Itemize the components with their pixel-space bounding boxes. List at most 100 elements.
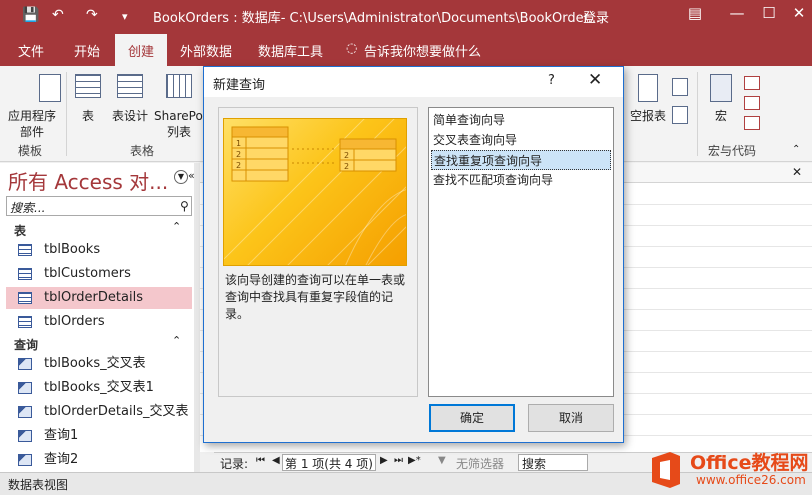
nav-item-label: tblOrderDetails_交叉表: [44, 404, 189, 419]
tab-create[interactable]: 创建: [115, 34, 168, 66]
nav-item-tblbooks[interactable]: tblBooks: [6, 239, 192, 261]
nav-item-query[interactable]: 查询1: [6, 425, 192, 447]
nav-item-tblcustomers[interactable]: tblCustomers: [6, 263, 192, 285]
macro-icon: [710, 74, 732, 102]
table-icon: [18, 268, 32, 280]
login-link[interactable]: 登录: [583, 7, 609, 26]
nav-item-tblorders[interactable]: tblOrders: [6, 311, 192, 333]
table-design-button[interactable]: 表设计: [108, 74, 152, 124]
menu-bar: 文件 开始 创建 外部数据 数据库工具 ◌ 告诉我你想要做什么: [0, 32, 812, 66]
nav-item-label: tblBooks_交叉表: [44, 356, 146, 371]
table-label: 表: [81, 109, 94, 123]
section-tables-header[interactable]: 表: [14, 222, 26, 239]
tell-me-search[interactable]: 告诉我你想要做什么: [364, 41, 481, 60]
undo-icon[interactable]: ↶: [52, 7, 64, 23]
crosstab-query-icon: [18, 382, 32, 394]
tab-external-data[interactable]: 外部数据: [180, 41, 232, 60]
nav-item-label: 查询1: [44, 428, 79, 443]
group-tables-label: 表格: [130, 144, 155, 158]
sharepoint-lists-button[interactable]: SharePoi 列表: [154, 74, 204, 140]
macro-label: 宏: [714, 109, 727, 123]
tab-home[interactable]: 开始: [74, 41, 100, 60]
next-record-icon[interactable]: ▶: [380, 455, 388, 466]
nav-search-input[interactable]: 搜索...: [6, 196, 192, 216]
lightbulb-icon: ◌: [346, 41, 358, 56]
option-find-duplicates-query[interactable]: 查找重复项查询向导: [431, 150, 611, 170]
nav-item-tblorderdetails[interactable]: tblOrderDetails: [6, 287, 192, 309]
blank-report-icon: [638, 74, 658, 102]
section-queries-header[interactable]: 查询: [14, 336, 38, 353]
nav-item-query[interactable]: tblOrderDetails_交叉表: [6, 401, 192, 423]
class-module-icon[interactable]: [744, 96, 760, 110]
svg-text:2: 2: [344, 162, 349, 171]
collapse-section-icon[interactable]: ⌃: [172, 334, 181, 347]
tab-file[interactable]: 文件: [18, 41, 44, 60]
select-query-icon: [18, 430, 32, 442]
save-icon[interactable]: 💾: [22, 7, 39, 23]
window-close-icon[interactable]: ✕: [784, 4, 812, 22]
maximize-icon[interactable]: ☐: [754, 4, 784, 22]
help-button[interactable]: ?: [548, 73, 555, 88]
module-icon[interactable]: [744, 76, 760, 90]
nav-item-label: tblOrders: [44, 314, 105, 329]
preview-panel: 2 2 1 2 2 该向导创建的查询可以在单一表或查询中查找具有重复字段值的记录…: [218, 107, 418, 397]
nav-dropdown-icon[interactable]: ▼: [174, 170, 188, 184]
new-record-icon[interactable]: ▶*: [408, 455, 421, 466]
labels-icon[interactable]: [672, 106, 688, 124]
redo-icon[interactable]: ↷: [86, 7, 98, 23]
search-icon[interactable]: ⚲: [180, 199, 189, 213]
window-title: BookOrders : 数据库- C:\Users\Administrator…: [153, 11, 601, 26]
last-record-icon[interactable]: ⏭: [394, 455, 403, 466]
nav-item-query[interactable]: tblBooks_交叉表: [6, 353, 192, 375]
nav-item-query[interactable]: 查询2: [6, 449, 192, 469]
new-query-dialog: 新建查询 ? ✕ 2 2 1 2 2 该向导创建的查询可以在单一表或查询中查找具…: [203, 66, 624, 443]
table-design-label: 表设计: [111, 109, 148, 123]
nav-item-label: tblBooks_交叉表1: [44, 380, 154, 395]
application-parts-label-2: 部件: [19, 125, 44, 139]
tab-database-tools[interactable]: 数据库工具: [258, 41, 323, 60]
group-macros-label: 宏与代码: [708, 144, 757, 158]
record-search-input[interactable]: 搜索: [518, 454, 588, 471]
application-parts-button[interactable]: 应用程序 部件: [4, 74, 61, 140]
option-simple-query[interactable]: 简单查询向导: [431, 110, 611, 130]
option-find-unmatched-query[interactable]: 查找不匹配项查询向导: [431, 170, 611, 190]
record-position-field[interactable]: 第 1 项(共 4 项): [282, 454, 376, 471]
close-document-icon[interactable]: ✕: [792, 165, 802, 179]
filter-status[interactable]: 无筛选器: [456, 455, 504, 472]
first-record-icon[interactable]: ⏮: [256, 455, 265, 466]
office-logo-icon: [652, 452, 680, 488]
collapse-ribbon-icon[interactable]: ⌃: [792, 144, 800, 155]
group-separator: [66, 72, 67, 156]
minimize-icon[interactable]: —: [722, 4, 752, 22]
cancel-button[interactable]: 取消: [528, 404, 614, 432]
dialog-title: 新建查询: [213, 78, 266, 93]
nav-item-label: tblCustomers: [44, 266, 131, 281]
table-icon: [18, 244, 32, 256]
visual-basic-icon[interactable]: [744, 116, 760, 130]
nav-item-query[interactable]: tblBooks_交叉表1: [6, 377, 192, 399]
navigation-pane: 所有 Access 对... ▼ « 搜索... ⚲ 表 ⌃ tblBooks …: [0, 163, 198, 472]
report-wizard-icon[interactable]: [672, 78, 688, 96]
query-wizard-list[interactable]: 简单查询向导 交叉表查询向导 查找重复项查询向导 查找不匹配项查询向导: [428, 107, 614, 397]
macro-button[interactable]: 宏: [704, 74, 738, 124]
option-crosstab-query[interactable]: 交叉表查询向导: [431, 130, 611, 150]
ok-button[interactable]: 确定: [429, 404, 515, 432]
collapse-section-icon[interactable]: ⌃: [172, 220, 181, 233]
crosstab-query-icon: [18, 358, 32, 370]
table-button[interactable]: 表: [72, 74, 104, 124]
blank-report-button[interactable]: 空报表: [628, 74, 668, 124]
watermark: Office教程网 www.office26.com: [646, 446, 809, 492]
nav-scrollbar[interactable]: [194, 163, 200, 472]
dialog-title-bar[interactable]: 新建查询 ? ✕: [204, 67, 623, 97]
sharepoint-label-2: 列表: [166, 125, 191, 139]
filter-icon: ▼: [438, 455, 446, 466]
crosstab-query-icon: [18, 406, 32, 418]
sharepoint-label: SharePoi: [154, 109, 204, 123]
blank-report-label: 空报表: [629, 109, 666, 123]
ribbon-options-icon[interactable]: ▤: [680, 4, 710, 22]
previous-record-icon[interactable]: ◀: [272, 455, 280, 466]
customize-toolbar-icon[interactable]: ▾: [122, 10, 128, 23]
nav-item-label: tblOrderDetails: [44, 290, 143, 305]
close-icon[interactable]: ✕: [588, 70, 602, 90]
nav-pane-title[interactable]: 所有 Access 对...: [8, 166, 168, 195]
